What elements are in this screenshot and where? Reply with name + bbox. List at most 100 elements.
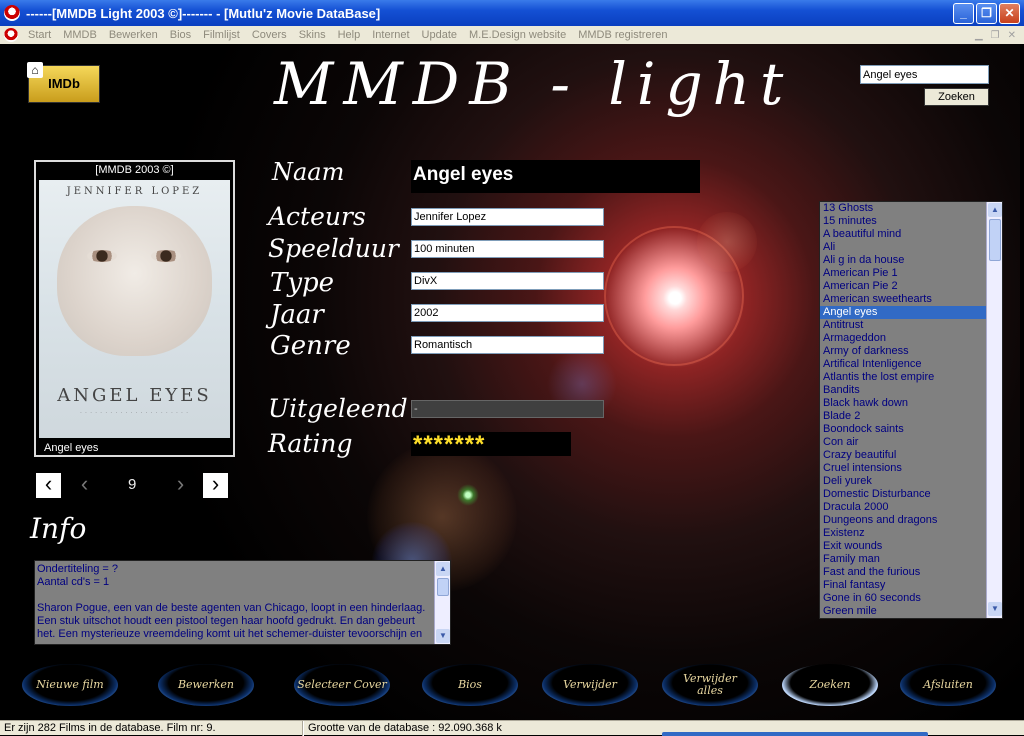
menu-internet[interactable]: Internet bbox=[366, 29, 415, 41]
movie-list-item[interactable]: Antitrust bbox=[820, 319, 986, 332]
scroll-thumb[interactable] bbox=[437, 578, 449, 596]
movie-list[interactable]: 13 Ghosts 15 minutes A beautiful mind Ali Al… bbox=[819, 201, 1003, 619]
exit-button[interactable]: Afsluiten bbox=[900, 664, 996, 706]
movie-list-item[interactable]: Artifical Intenligence bbox=[820, 358, 986, 371]
menu-mmdb-registreren[interactable]: MMDB registreren bbox=[572, 29, 673, 41]
movie-list-item[interactable]: Army of darkness bbox=[820, 345, 986, 358]
previous-ghost-icon: ‹ bbox=[80, 471, 89, 496]
delete-button[interactable]: Verwijder bbox=[542, 664, 638, 706]
menu-start[interactable]: Start bbox=[22, 29, 57, 41]
cover-image: JENNIFER LOPEZ ANGEL EYES · · · · · · · … bbox=[39, 180, 230, 438]
scroll-up-icon[interactable]: ▲ bbox=[436, 562, 450, 576]
scroll-thumb[interactable] bbox=[989, 219, 1001, 261]
movie-list-item[interactable]: Existenz bbox=[820, 527, 986, 540]
movie-list-item[interactable]: Gone in 60 seconds bbox=[820, 592, 986, 605]
movie-list-item[interactable]: A beautiful mind bbox=[820, 228, 986, 241]
search-input[interactable] bbox=[860, 65, 989, 84]
type-field[interactable]: DivX bbox=[411, 272, 604, 290]
scroll-down-icon[interactable]: ▼ bbox=[988, 602, 1002, 616]
cover-title: ANGEL EYES bbox=[57, 385, 212, 406]
duration-field[interactable]: 100 minuten bbox=[411, 240, 604, 258]
restore-button[interactable]: ❐ bbox=[976, 2, 997, 24]
minimize-button[interactable]: _ bbox=[953, 2, 974, 24]
label-genre: Genre bbox=[270, 331, 351, 361]
movie-list-item[interactable]: American Pie 1 bbox=[820, 267, 986, 280]
mdi-restore-icon[interactable]: ❐ bbox=[991, 30, 1000, 41]
imdb-search-logo[interactable]: ⌂ IMDb bbox=[27, 62, 100, 103]
movie-list-item[interactable]: Dracula 2000 bbox=[820, 501, 986, 514]
movie-list-item[interactable]: Green mile bbox=[820, 605, 986, 618]
delete-all-label-2: alles bbox=[697, 684, 723, 697]
movie-list-item[interactable]: Angel eyes bbox=[820, 306, 986, 319]
movie-list-item[interactable]: Fast and the furious bbox=[820, 566, 986, 579]
menu-bar: Start MMDB Bewerken Bios Filmlijst Cover… bbox=[0, 26, 1024, 44]
new-film-button[interactable]: Nieuwe film bbox=[22, 664, 118, 706]
menu-help[interactable]: Help bbox=[332, 29, 367, 41]
menu-skins[interactable]: Skins bbox=[293, 29, 332, 41]
genre-field[interactable]: Romantisch bbox=[411, 336, 604, 354]
info-textbox[interactable]: Ondertiteling = ? Aantal cd's = 1 Sharon… bbox=[34, 560, 451, 645]
document-icon[interactable] bbox=[4, 28, 18, 42]
cover-movie-name: Angel eyes bbox=[44, 442, 99, 454]
edit-button[interactable]: Bewerken bbox=[158, 664, 254, 706]
scroll-down-icon[interactable]: ▼ bbox=[436, 629, 450, 643]
movie-list-item[interactable]: 15 minutes bbox=[820, 215, 986, 228]
movie-list-item[interactable]: Deli yurek bbox=[820, 475, 986, 488]
label-acteurs: Acteurs bbox=[268, 202, 366, 231]
movie-list-item[interactable]: American Pie 2 bbox=[820, 280, 986, 293]
movie-list-item[interactable]: American sweethearts bbox=[820, 293, 986, 306]
home-icon[interactable]: ⌂ bbox=[27, 62, 43, 78]
label-uitgeleend: Uitgeleend bbox=[268, 394, 408, 423]
menu-covers[interactable]: Covers bbox=[246, 29, 293, 41]
menu-mmdb[interactable]: MMDB bbox=[57, 29, 103, 41]
movie-list-item[interactable]: Exit wounds bbox=[820, 540, 986, 553]
movie-list-item[interactable]: Atlantis the lost empire bbox=[820, 371, 986, 384]
movie-list-item[interactable]: 13 Ghosts bbox=[820, 202, 986, 215]
movie-list-item[interactable]: Crazy beautiful bbox=[820, 449, 986, 462]
movie-list-item[interactable]: Domestic Disturbance bbox=[820, 488, 986, 501]
rating-stars: ******* bbox=[411, 432, 571, 458]
status-divider bbox=[302, 721, 304, 736]
title-bar: ------[MMDB Light 2003 ©]------- - [Mutl… bbox=[0, 0, 1024, 26]
movie-list-item[interactable]: Boondock saints bbox=[820, 423, 986, 436]
movie-list-item[interactable]: Con air bbox=[820, 436, 986, 449]
menu-filmlijst[interactable]: Filmlijst bbox=[197, 29, 246, 41]
mdi-minimize-icon[interactable]: ▁ bbox=[975, 30, 983, 41]
scroll-up-icon[interactable]: ▲ bbox=[988, 203, 1002, 217]
year-field[interactable]: 2002 bbox=[411, 304, 604, 322]
next-button[interactable]: › bbox=[203, 473, 228, 498]
delete-all-button[interactable]: Verwijder alles bbox=[662, 664, 758, 706]
menu-bewerken[interactable]: Bewerken bbox=[103, 29, 164, 41]
search-bottom-button[interactable]: Zoeken bbox=[782, 664, 878, 706]
mdi-close-icon[interactable]: ✕ bbox=[1008, 30, 1016, 41]
info-scrollbar[interactable]: ▲ ▼ bbox=[434, 561, 450, 644]
info-heading: Info bbox=[30, 512, 87, 545]
movie-list-item[interactable]: Bandits bbox=[820, 384, 986, 397]
close-button[interactable]: ✕ bbox=[999, 2, 1020, 24]
label-naam: Naam bbox=[272, 158, 345, 186]
cover-caption: [MMDB 2003 ©] bbox=[95, 164, 174, 176]
menu-medesign-website[interactable]: M.E.Design website bbox=[463, 29, 572, 41]
bios-button[interactable]: Bios bbox=[422, 664, 518, 706]
movie-list-item[interactable]: Black hawk down bbox=[820, 397, 986, 410]
movie-list-item[interactable]: Blade 2 bbox=[820, 410, 986, 423]
cover-eye-left bbox=[87, 250, 117, 262]
status-db-size: Grootte van de database : 92.090.368 k bbox=[308, 722, 502, 734]
movie-list-scrollbar[interactable]: ▲ ▼ bbox=[986, 202, 1002, 618]
movie-list-item[interactable]: Ali bbox=[820, 241, 986, 254]
flare-orb bbox=[697, 212, 757, 272]
movie-list-item[interactable]: Dungeons and dragons bbox=[820, 514, 986, 527]
movie-list-item[interactable]: Family man bbox=[820, 553, 986, 566]
previous-button[interactable]: ‹ bbox=[36, 473, 61, 498]
movie-list-item[interactable]: Cruel intensions bbox=[820, 462, 986, 475]
select-cover-button[interactable]: Selecteer Cover bbox=[294, 664, 390, 706]
menu-update[interactable]: Update bbox=[416, 29, 463, 41]
movie-list-item[interactable]: Armageddon bbox=[820, 332, 986, 345]
actors-field[interactable]: Jennifer Lopez bbox=[411, 208, 604, 226]
movie-number: 9 bbox=[128, 476, 137, 493]
movie-list-item[interactable]: Ali g in da house bbox=[820, 254, 986, 267]
menu-bios[interactable]: Bios bbox=[164, 29, 197, 41]
movie-list-item[interactable]: Final fantasy bbox=[820, 579, 986, 592]
lent-out-field[interactable]: - bbox=[411, 400, 604, 418]
search-button[interactable]: Zoeken bbox=[924, 88, 989, 106]
